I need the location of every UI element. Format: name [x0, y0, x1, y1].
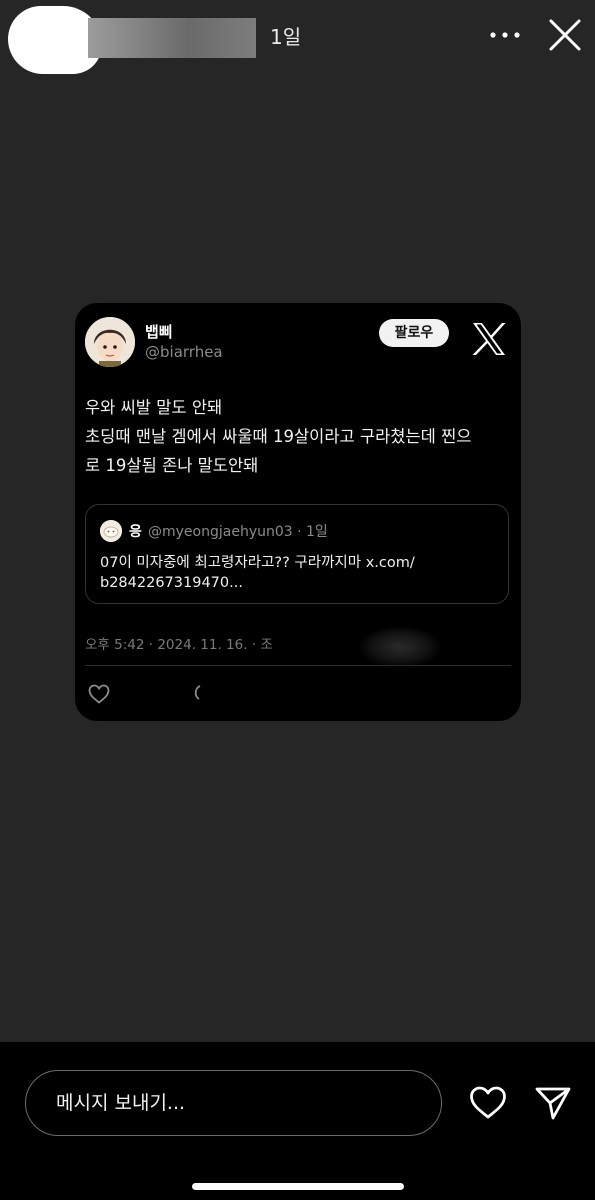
follow-button[interactable]: 팔로우 [379, 319, 449, 347]
more-horizontal-icon [490, 32, 520, 38]
redacted-blur [360, 627, 440, 667]
divider [85, 665, 511, 666]
tweet-handle[interactable]: @biarrhea [145, 343, 223, 361]
reply-icon [193, 681, 203, 705]
send-icon [535, 1087, 571, 1120]
quoted-avatar [100, 520, 122, 542]
redacted-username[interactable] [88, 18, 256, 58]
tweet-text-line: 초딩때 맨날 겜에서 싸울때 19살이라고 구라쳤는데 찐으 [85, 427, 472, 446]
heart-outline-icon [87, 682, 111, 706]
tweet-display-name[interactable]: 뱁삐 [145, 321, 173, 342]
message-input[interactable] [25, 1070, 442, 1136]
tweet-text-line: 우와 씨발 말도 안돼 [85, 398, 223, 417]
reply-bar [0, 1042, 595, 1200]
close-button[interactable] [545, 15, 585, 55]
tweet-screenshot-card: 뱁삐 @biarrhea 팔로우 우와 씨발 말도 안돼 초딩때 맨날 겜에서 … [75, 303, 521, 721]
story-header: 1일 [0, 0, 595, 80]
send-button[interactable] [534, 1084, 572, 1122]
quoted-text-line: b2842267319470... [100, 575, 243, 591]
tweet-text: 우와 씨발 말도 안돼 초딩때 맨날 겜에서 싸울때 19살이라고 구라쳤는데 … [85, 393, 515, 480]
story-viewer[interactable]: 1일 뱁삐 @biarrhea 팔로우 우와 씨발 말도 안돼 초딩때 맨날 겜… [0, 0, 595, 1042]
story-time-label: 1일 [270, 25, 302, 49]
quoted-handle-time: @myeongjaehyun03 · 1일 [148, 524, 328, 540]
quoted-display-name: 응 [129, 524, 142, 540]
like-button[interactable] [468, 1084, 508, 1122]
tweet-timestamp: 오후 5:42 · 2024. 11. 16. · 조 [85, 637, 273, 653]
anime-avatar-icon [85, 317, 135, 367]
x-logo-icon [469, 319, 509, 359]
tweet-text-line: 로 19살됨 존나 말도안돼 [85, 456, 259, 475]
quoted-text-line: 07이 미자중에 최고령자라고?? 구라까지마 x.com/ [100, 555, 415, 571]
more-options-button[interactable] [488, 24, 522, 46]
quoted-tweet[interactable]: 응 @myeongjaehyun03 · 1일 07이 미자중에 최고령자라고?… [85, 504, 509, 604]
close-icon [549, 19, 581, 51]
tweet-avatar [85, 317, 135, 367]
heart-icon [470, 1086, 506, 1119]
home-indicator[interactable] [192, 1183, 404, 1190]
